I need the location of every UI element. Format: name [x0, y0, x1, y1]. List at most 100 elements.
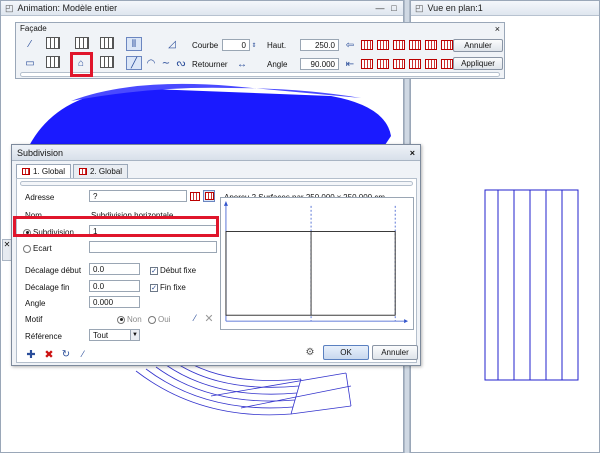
red-grid-glyph: [361, 59, 373, 69]
settings-icon[interactable]: ⚙: [304, 346, 316, 358]
haut-field[interactable]: 250.0: [300, 39, 339, 51]
red-grid-icon[interactable]: [423, 57, 439, 71]
pipette-icon[interactable]: ⁄: [77, 348, 89, 360]
flip-icon[interactable]: ↔: [229, 57, 255, 71]
pipette-icon[interactable]: ⁄: [22, 37, 38, 51]
debut-fixe-label: Début fixe: [160, 266, 197, 275]
red-grid-icon[interactable]: [391, 38, 407, 52]
profile-icon[interactable]: [71, 36, 93, 50]
red-grid-glyph: [425, 59, 437, 69]
facade-annuler-button[interactable]: Annuler: [453, 39, 503, 52]
decalage-debut-field[interactable]: 0.0: [89, 263, 140, 275]
angle-field[interactable]: 0.000: [89, 296, 140, 308]
red-grid-icon[interactable]: [359, 38, 375, 52]
red-grid-icon[interactable]: [375, 38, 391, 52]
window-icon: ◰: [5, 2, 14, 13]
diagonal-line-icon[interactable]: ╱: [126, 56, 142, 70]
tab-global-1[interactable]: 1. Global: [16, 164, 72, 178]
grid-glyph: [100, 56, 114, 68]
spinner-icon[interactable]: ⇕: [250, 39, 258, 51]
plan-viewport[interactable]: [411, 16, 600, 453]
open-folder-icon[interactable]: ▭: [22, 56, 38, 70]
decalage-fin-label: Décalage fin: [25, 283, 70, 292]
pipette-icon[interactable]: ⁄: [189, 312, 201, 324]
dialog-scrollbar[interactable]: [20, 181, 413, 186]
highlight-door-icon: [70, 52, 93, 77]
red-grid-icon[interactable]: [423, 38, 439, 52]
red-grid-glyph: [441, 40, 453, 50]
motif-non-radio[interactable]: Non: [117, 315, 142, 324]
vertical-lines-icon[interactable]: ⫴: [126, 37, 142, 51]
motif-non-label: Non: [127, 315, 142, 324]
angle-label: Angle: [25, 299, 46, 308]
red-grid-icon[interactable]: [375, 57, 391, 71]
delete-icon[interactable]: ✖: [43, 348, 55, 361]
add-icon[interactable]: ✚: [25, 348, 37, 361]
red-grid-icon[interactable]: [391, 57, 407, 71]
red-grid-icon[interactable]: [407, 38, 423, 52]
red-grid-glyph: [393, 40, 405, 50]
facade-grid-icon[interactable]: [42, 55, 64, 69]
maximize-button[interactable]: □: [389, 3, 399, 13]
decalage-debut-label: Décalage début: [25, 266, 82, 275]
retourner-label: Retourner: [192, 60, 228, 69]
arrow-left-icon[interactable]: ⇦: [342, 38, 358, 52]
red-grid-glyph: [441, 59, 453, 69]
tab-label: 2. Global: [90, 167, 123, 176]
grid-glyph: [46, 37, 60, 49]
annuler-button[interactable]: Annuler: [372, 345, 418, 360]
facade-title: Façade: [20, 24, 47, 33]
motif-label: Motif: [25, 315, 43, 324]
radio-dot: [23, 244, 31, 253]
courbe-field[interactable]: 0: [222, 39, 250, 51]
facade-close-button[interactable]: ×: [495, 24, 500, 34]
plan-rect: [484, 189, 579, 381]
reference-label: Référence: [25, 332, 62, 341]
dialog-title: Subdivision: [17, 147, 64, 158]
ok-button[interactable]: OK: [323, 345, 369, 360]
minimize-button[interactable]: —: [375, 3, 385, 13]
grid-glyph: [100, 37, 114, 49]
window-icon: ◰: [415, 2, 424, 13]
subdivision-dialog: Subdivision × 1. Global 2. Global Adress…: [11, 144, 421, 366]
rotate-icon[interactable]: ↻: [60, 348, 72, 360]
facade-grid-icon[interactable]: [42, 36, 64, 50]
arc-icon[interactable]: ◠: [143, 56, 159, 70]
animation-title: Animation: Modèle entier: [17, 3, 118, 13]
motif-oui-radio[interactable]: Oui: [148, 315, 170, 324]
tab-global-2[interactable]: 2. Global: [73, 164, 129, 178]
adresse-field[interactable]: ?: [89, 190, 187, 202]
animation-titlebar: ◰ Animation: Modèle entier — □: [1, 1, 403, 16]
red-grid-icon[interactable]: [203, 190, 215, 202]
subdivision-preview: [220, 197, 414, 330]
red-grid-glyph: [425, 40, 437, 50]
angle-field[interactable]: 90.000: [300, 58, 339, 70]
facade-grid-icon[interactable]: [96, 55, 118, 69]
debut-fixe-checkbox[interactable]: ✓ Début fixe: [150, 266, 196, 275]
grid-glyph: [46, 56, 60, 68]
delete-icon[interactable]: ✕: [203, 312, 215, 325]
tab-label: 1. Global: [33, 167, 66, 176]
fin-fixe-checkbox[interactable]: ✓ Fin fixe: [150, 283, 186, 292]
arrow-return-icon[interactable]: ⇤: [342, 57, 358, 71]
dialog-close-button[interactable]: ×: [410, 148, 415, 158]
ecart-radio[interactable]: Ecart: [23, 244, 52, 253]
decalage-fin-field[interactable]: 0.0: [89, 280, 140, 292]
grid-glyph: [75, 37, 89, 49]
red-grid-glyph: [377, 59, 389, 69]
red-grid-icon[interactable]: [189, 190, 201, 202]
haut-label: Haut.: [267, 41, 287, 50]
spiral-icon[interactable]: ᔓ: [173, 56, 189, 70]
red-grid-icon[interactable]: [359, 57, 375, 71]
ecart-field[interactable]: [89, 241, 217, 253]
red-grid-glyph: [190, 191, 200, 201]
reference-dropdown[interactable]: Tout ▼: [89, 329, 140, 341]
red-grid-icon[interactable]: [407, 57, 423, 71]
highlight-subdivision-row: [13, 216, 219, 237]
radio-dot: [117, 315, 125, 324]
stairs-icon[interactable]: ◿: [164, 37, 180, 51]
facade-appliquer-button[interactable]: Appliquer: [453, 57, 503, 70]
facade-grid-icon[interactable]: [96, 36, 118, 50]
red-grid-glyph: [409, 40, 421, 50]
wave-icon[interactable]: ∼: [158, 56, 174, 70]
